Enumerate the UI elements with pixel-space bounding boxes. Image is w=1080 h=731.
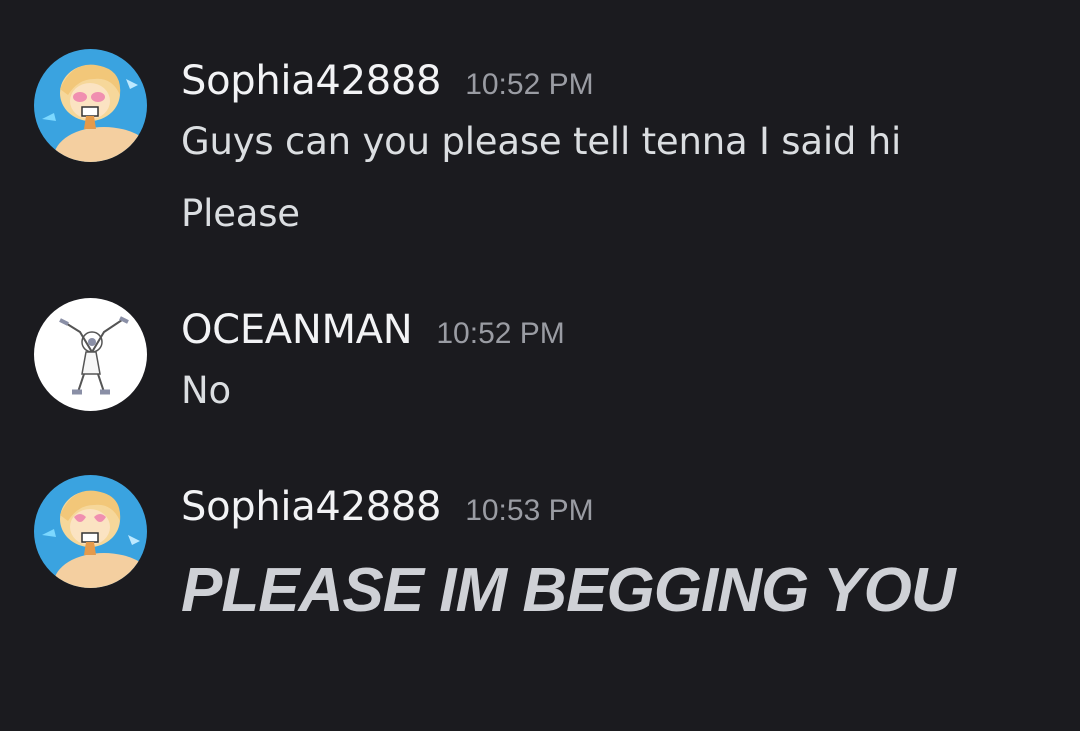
timestamp: 10:52 PM [436,317,565,350]
stick-figure-avatar-icon[interactable] [34,298,147,411]
anime-avatar-icon[interactable] [34,475,147,588]
timestamp: 10:53 PM [465,494,594,527]
username[interactable]: Sophia42888 [181,58,441,104]
username[interactable]: Sophia42888 [181,484,441,530]
username[interactable]: OCEANMAN [181,307,413,353]
anime-avatar-icon[interactable] [34,49,147,162]
message-text: Guys can you please tell tenna I said hi [181,120,902,163]
timestamp: 10:52 PM [465,68,594,101]
chat-message-list: Sophia42888 10:52 PM Guys can you please… [0,0,1080,731]
message-text: Please [181,192,300,235]
message-header: Sophia42888 10:53 PM [181,484,594,530]
message-header: OCEANMAN 10:52 PM [181,307,565,353]
message-text: PLEASE IM BEGGING YOU [181,556,956,625]
message-header: Sophia42888 10:52 PM [181,58,594,104]
message-text: No [181,369,231,412]
